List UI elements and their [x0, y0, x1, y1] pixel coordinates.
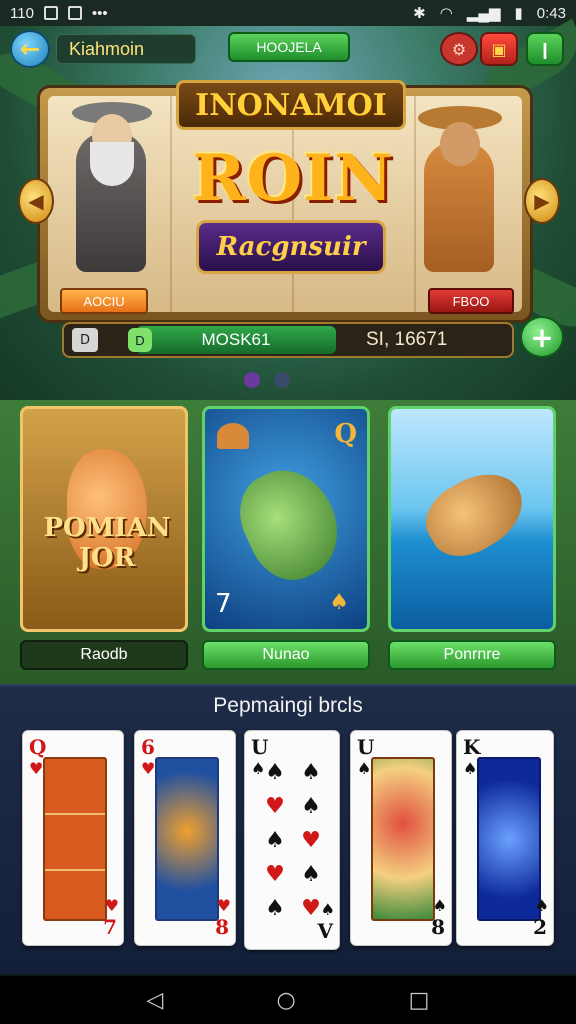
spade-icon: ♠ [329, 590, 349, 615]
game-card-1-button[interactable]: Raodb [20, 640, 188, 670]
game-card-3-button[interactable]: Ponrnre [388, 640, 556, 670]
system-nav-bar: ◁ ○ □ [0, 976, 576, 1024]
heart-icon: ♥ [141, 759, 156, 778]
back-button[interactable]: ← [10, 30, 50, 68]
notification-icon [67, 6, 82, 20]
balance-label-pill: D MOSK61 [128, 326, 336, 354]
bluetooth-icon: ✱ [413, 5, 426, 22]
playing-card-3[interactable]: U ♠ ♠ ♠ ♥ ♠ ♠ ♥ ♥ ♠ ♠ ♥ ♠ V [244, 730, 340, 950]
signal-icon: ▂▄▆ [466, 5, 501, 22]
add-funds-button[interactable]: + [520, 316, 564, 358]
wifi-icon: ◠ [439, 5, 453, 22]
page-indicator [244, 372, 290, 388]
nav-home-icon[interactable]: ○ [276, 988, 295, 1013]
image-icon [43, 6, 58, 20]
card-rank: K [463, 735, 481, 759]
settings-button[interactable]: ⚙ [440, 32, 478, 66]
heart-icon: ♥ [216, 896, 231, 915]
spade-icon: ♠ [357, 759, 372, 778]
back-arrow-icon: ← [19, 35, 41, 63]
playing-card-5[interactable]: K ♠ ♠ 2 [456, 730, 554, 946]
more-icon: ••• [91, 4, 108, 22]
shell-icon [217, 423, 249, 449]
playing-card-1[interactable]: Q ♥ ♥ 7 [22, 730, 124, 946]
chest-icon: ▣ [491, 39, 507, 59]
card-rank-bottom: 8 [215, 915, 229, 939]
card-rank-bottom: 7 [103, 915, 117, 939]
next-arrow-button[interactable]: ▶ [524, 178, 560, 224]
right-character-tag[interactable]: FBOO [428, 288, 514, 314]
top-bar: ← Kiahmoin HOOJELA ⚙ ▣ ❙ [0, 30, 576, 70]
balance-green-chip: D [128, 328, 152, 352]
card-rank: Q [29, 735, 47, 759]
pause-icon: ❙ [538, 39, 552, 59]
fish-illustration [414, 458, 536, 570]
game-card-2-rank: Q [334, 419, 357, 449]
wizard-character [56, 102, 166, 282]
panel-title: Pepmaingi brcls [213, 694, 363, 717]
slot-main-title: ROIN [192, 140, 394, 216]
card-rank: 6 [141, 735, 155, 759]
card-rank: U [251, 735, 269, 759]
game-card-3[interactable] [388, 406, 556, 632]
card-art [477, 757, 541, 921]
game-card-1-title: POMIAN JOR [43, 513, 171, 573]
spade-icon: ♠ [534, 896, 549, 915]
balance-bar: D D MOSK61 SI, 16671 [62, 322, 514, 358]
plus-icon: + [530, 320, 554, 354]
card-art [155, 757, 219, 921]
player-name: Kiahmoin [56, 34, 196, 64]
chevron-right-icon: ▶ [534, 189, 550, 213]
balance-label: MOSK61 [201, 330, 271, 349]
chevron-left-icon: ◀ [28, 189, 44, 213]
slot-header-banner: INONAMOI [176, 80, 406, 130]
heart-icon: ♥ [29, 759, 44, 778]
playing-card-4[interactable]: U ♠ ♠ 8 [350, 730, 452, 946]
heart-icon: ♥ [104, 896, 119, 915]
spade-icon: ♠ [320, 900, 335, 919]
nav-recents-icon[interactable]: □ [409, 988, 430, 1013]
fish-illustration [225, 455, 355, 593]
balance-left-chip: D [72, 328, 98, 352]
card-pips: ♠ ♠ ♥ ♠ ♠ ♥ ♥ ♠ ♠ ♥ [265, 759, 321, 921]
shop-button[interactable]: ▣ [480, 32, 518, 66]
spade-icon: ♠ [463, 759, 478, 778]
card-art [43, 757, 107, 921]
clock: 0:43 [536, 4, 566, 22]
slot-subtitle-banner: Racgnsuir [196, 220, 386, 274]
card-rank-bottom: V [317, 919, 333, 943]
game-card-1[interactable]: POMIAN JOR [20, 406, 188, 632]
game-card-2-button[interactable]: Nunao [202, 640, 370, 670]
status-left-text: 110 [10, 4, 34, 22]
page-dot[interactable] [274, 372, 290, 388]
pause-button[interactable]: ❙ [526, 32, 564, 66]
balance-amount: SI, 16671 [366, 329, 448, 350]
prev-arrow-button[interactable]: ◀ [18, 178, 54, 224]
page-dot-active[interactable] [244, 372, 260, 388]
card-rank-bottom: 8 [431, 915, 445, 939]
fisherman-character [404, 102, 514, 282]
card-rank-bottom: 2 [533, 915, 547, 939]
game-card-2-number: 7 [215, 589, 232, 619]
center-label-button[interactable]: HOOJELA [228, 32, 350, 62]
battery-icon: ▮ [514, 5, 523, 22]
card-rank: U [357, 735, 375, 759]
gear-icon: ⚙ [451, 39, 467, 59]
spade-icon: ♠ [432, 896, 447, 915]
card-art [371, 757, 435, 921]
status-bar: 110 ••• ✱ ◠ ▂▄▆ ▮ 0:43 [0, 0, 576, 26]
nav-back-icon[interactable]: ◁ [147, 988, 164, 1013]
left-character-tag[interactable]: AOCIU [60, 288, 148, 314]
game-card-2[interactable]: Q 7 ♠ [202, 406, 370, 632]
playing-card-2[interactable]: 6 ♥ ♥ 8 [134, 730, 236, 946]
